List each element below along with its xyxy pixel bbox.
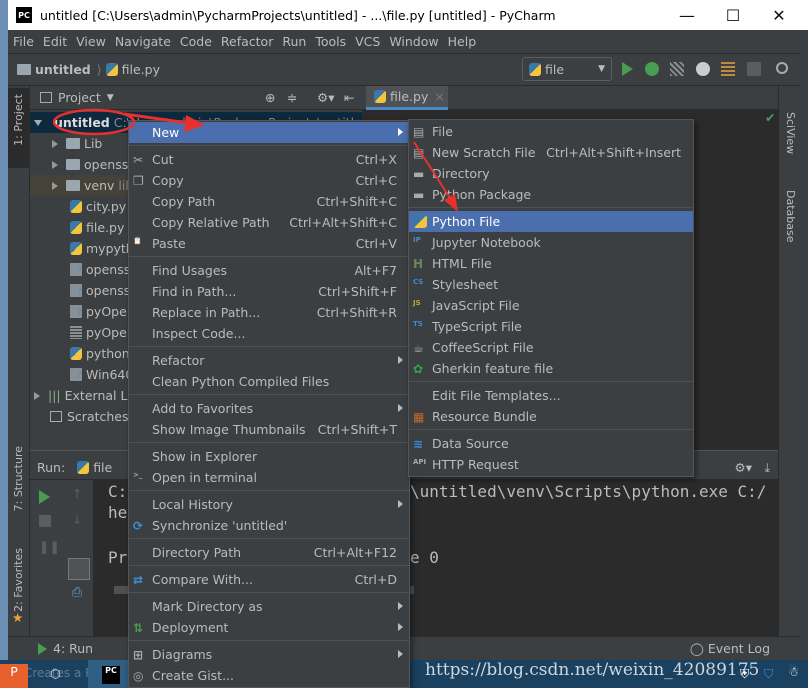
- annotation-arrowhead: [184, 115, 205, 132]
- annotation-overlay: [52, 108, 458, 212]
- annotation-arrowhead: [444, 194, 458, 212]
- annotation-arrow-line: [413, 141, 451, 199]
- annotation-ellipse: [52, 108, 136, 136]
